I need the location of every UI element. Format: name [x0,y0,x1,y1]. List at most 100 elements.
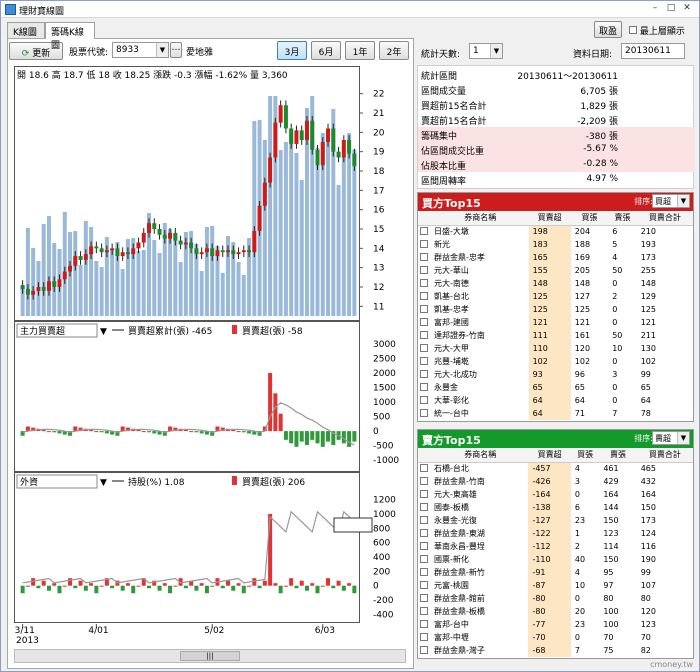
row-checkbox[interactable] [418,329,432,342]
tab-k-chart[interactable]: K線圖 [7,22,45,38]
column-header[interactable]: 買張 [570,211,609,226]
checkbox[interactable] [420,567,428,576]
checkbox[interactable] [420,632,428,641]
topmost-checkbox[interactable] [629,26,637,34]
table-row[interactable]: 元大-東高雄 -164 0 164 164 [418,488,693,501]
row-checkbox[interactable] [418,553,432,566]
row-checkbox[interactable] [418,501,432,514]
table-row[interactable]: 群益金鼎-忠孝 165 169 4 173 [418,251,693,264]
table-row[interactable]: 新光 183 188 5 193 [418,238,693,251]
table-row[interactable]: 群益金鼎-新竹 -91 4 95 99 [418,566,693,579]
table-row[interactable]: 大華-彰化 64 64 0 64 [418,394,693,407]
table-row[interactable]: 國泰-板橋 -138 6 144 150 [418,501,693,514]
column-header[interactable]: 買賣超 [528,448,571,463]
checkbox[interactable] [420,395,428,404]
checkbox[interactable] [420,502,428,511]
row-checkbox[interactable] [418,605,432,618]
checkbox[interactable] [420,528,428,537]
checkbox[interactable] [420,593,428,602]
checkbox[interactable] [420,645,428,654]
table-row[interactable]: 群益金鼎-板橋 -80 20 100 120 [418,605,693,618]
checkbox[interactable] [420,265,428,274]
table-row[interactable]: 石橋-台北 -457 4 461 465 [418,462,693,475]
checkbox[interactable] [420,489,428,498]
take-profit-button[interactable]: 取盈 [594,21,622,38]
checkbox[interactable] [420,343,428,352]
range-3m-button[interactable]: 3月 [277,41,307,60]
close-icon[interactable]: ✕ [679,3,695,13]
scroll-thumb[interactable]: ||| [180,651,240,661]
table-row[interactable]: 群益金鼎-竹南 -426 3 429 432 [418,475,693,488]
table-row[interactable]: 統一-台中 64 71 7 78 [418,407,693,420]
row-checkbox[interactable] [418,355,432,368]
checkbox[interactable] [420,619,428,628]
horizontal-scrollbar[interactable]: ||| [14,649,406,663]
row-checkbox[interactable] [418,303,432,316]
checkbox[interactable] [420,476,428,485]
column-header[interactable]: 賣張 [608,211,637,226]
row-checkbox[interactable] [418,225,432,238]
table-row[interactable]: 華南永昌-豐埕 -112 2 114 116 [418,540,693,553]
range-1y-button[interactable]: 1年 [345,41,375,60]
table-row[interactable]: 國票-新化 -110 40 150 190 [418,553,693,566]
column-header[interactable]: 買賣合計 [636,448,693,463]
table-row[interactable]: 達邦證券-竹南 111 161 50 211 [418,329,693,342]
row-checkbox[interactable] [418,644,432,657]
range-2y-button[interactable]: 2年 [379,41,409,60]
row-checkbox[interactable] [418,394,432,407]
table-row[interactable]: 群益金鼎-東湖 -122 1 123 124 [418,527,693,540]
stock-browse-button[interactable]: … [170,42,182,58]
table-row[interactable]: 凱基-忠孝 125 125 0 125 [418,303,693,316]
checkbox[interactable] [420,554,428,563]
table-row[interactable]: 元大-北成功 93 96 3 99 [418,368,693,381]
table-row[interactable]: 富邦-中壢 -70 0 70 70 [418,631,693,644]
column-header[interactable]: 買賣超 [528,211,571,226]
checkbox[interactable] [420,580,428,589]
checkbox[interactable] [420,226,428,235]
table-row[interactable]: 群益金鼎-灣子 -68 7 75 82 [418,644,693,657]
date-input[interactable]: 20130611 [621,43,685,59]
checkbox[interactable] [420,463,428,472]
row-checkbox[interactable] [418,618,432,631]
checkbox[interactable] [420,304,428,313]
checkbox[interactable] [420,356,428,365]
chevron-down-icon[interactable]: ▼ [677,195,689,207]
checkbox[interactable] [420,408,428,417]
table-row[interactable]: 元大-大甲 110 120 10 130 [418,342,693,355]
row-checkbox[interactable] [418,290,432,303]
checkbox[interactable] [420,278,428,287]
checkbox[interactable] [420,252,428,261]
days-select[interactable]: 1 ▼ [469,43,503,59]
row-checkbox[interactable] [418,264,432,277]
column-header[interactable]: 買張 [570,448,600,463]
row-checkbox[interactable] [418,368,432,381]
table-row[interactable]: 群益金鼎-館前 -80 0 80 80 [418,592,693,605]
row-checkbox[interactable] [418,277,432,290]
table-row[interactable]: 元大-華山 155 205 50 255 [418,264,693,277]
sell-sort-select[interactable]: 賣超 ▼ [652,431,690,445]
checkbox[interactable] [420,541,428,550]
chevron-down-icon[interactable]: ▼ [156,43,168,57]
tab-chip-k-chart[interactable]: 籌碼K線圖 [45,22,95,51]
topmost-toggle[interactable]: 最上層顯示 [629,24,685,37]
column-header[interactable]: 券商名稱 [432,211,529,226]
column-header[interactable]: 買賣合計 [636,211,693,226]
row-checkbox[interactable] [418,488,432,501]
checkbox[interactable] [420,606,428,615]
checkbox[interactable] [420,317,428,326]
row-checkbox[interactable] [418,592,432,605]
checkbox[interactable] [420,239,428,248]
checkbox[interactable] [420,330,428,339]
checkbox[interactable] [420,369,428,378]
table-row[interactable]: 永豐金-光復 -127 23 150 173 [418,514,693,527]
table-row[interactable]: 永豐金 65 65 0 65 [418,381,693,394]
row-checkbox[interactable] [418,527,432,540]
row-checkbox[interactable] [418,566,432,579]
table-row[interactable]: 日盛-大墩 198 204 6 210 [418,225,693,238]
row-checkbox[interactable] [418,342,432,355]
table-row[interactable]: 元富-桃園 -87 10 97 107 [418,579,693,592]
row-checkbox[interactable] [418,631,432,644]
chevron-down-icon[interactable]: ▼ [490,44,502,58]
checkbox[interactable] [420,291,428,300]
maximize-icon[interactable]: □ [663,3,679,13]
